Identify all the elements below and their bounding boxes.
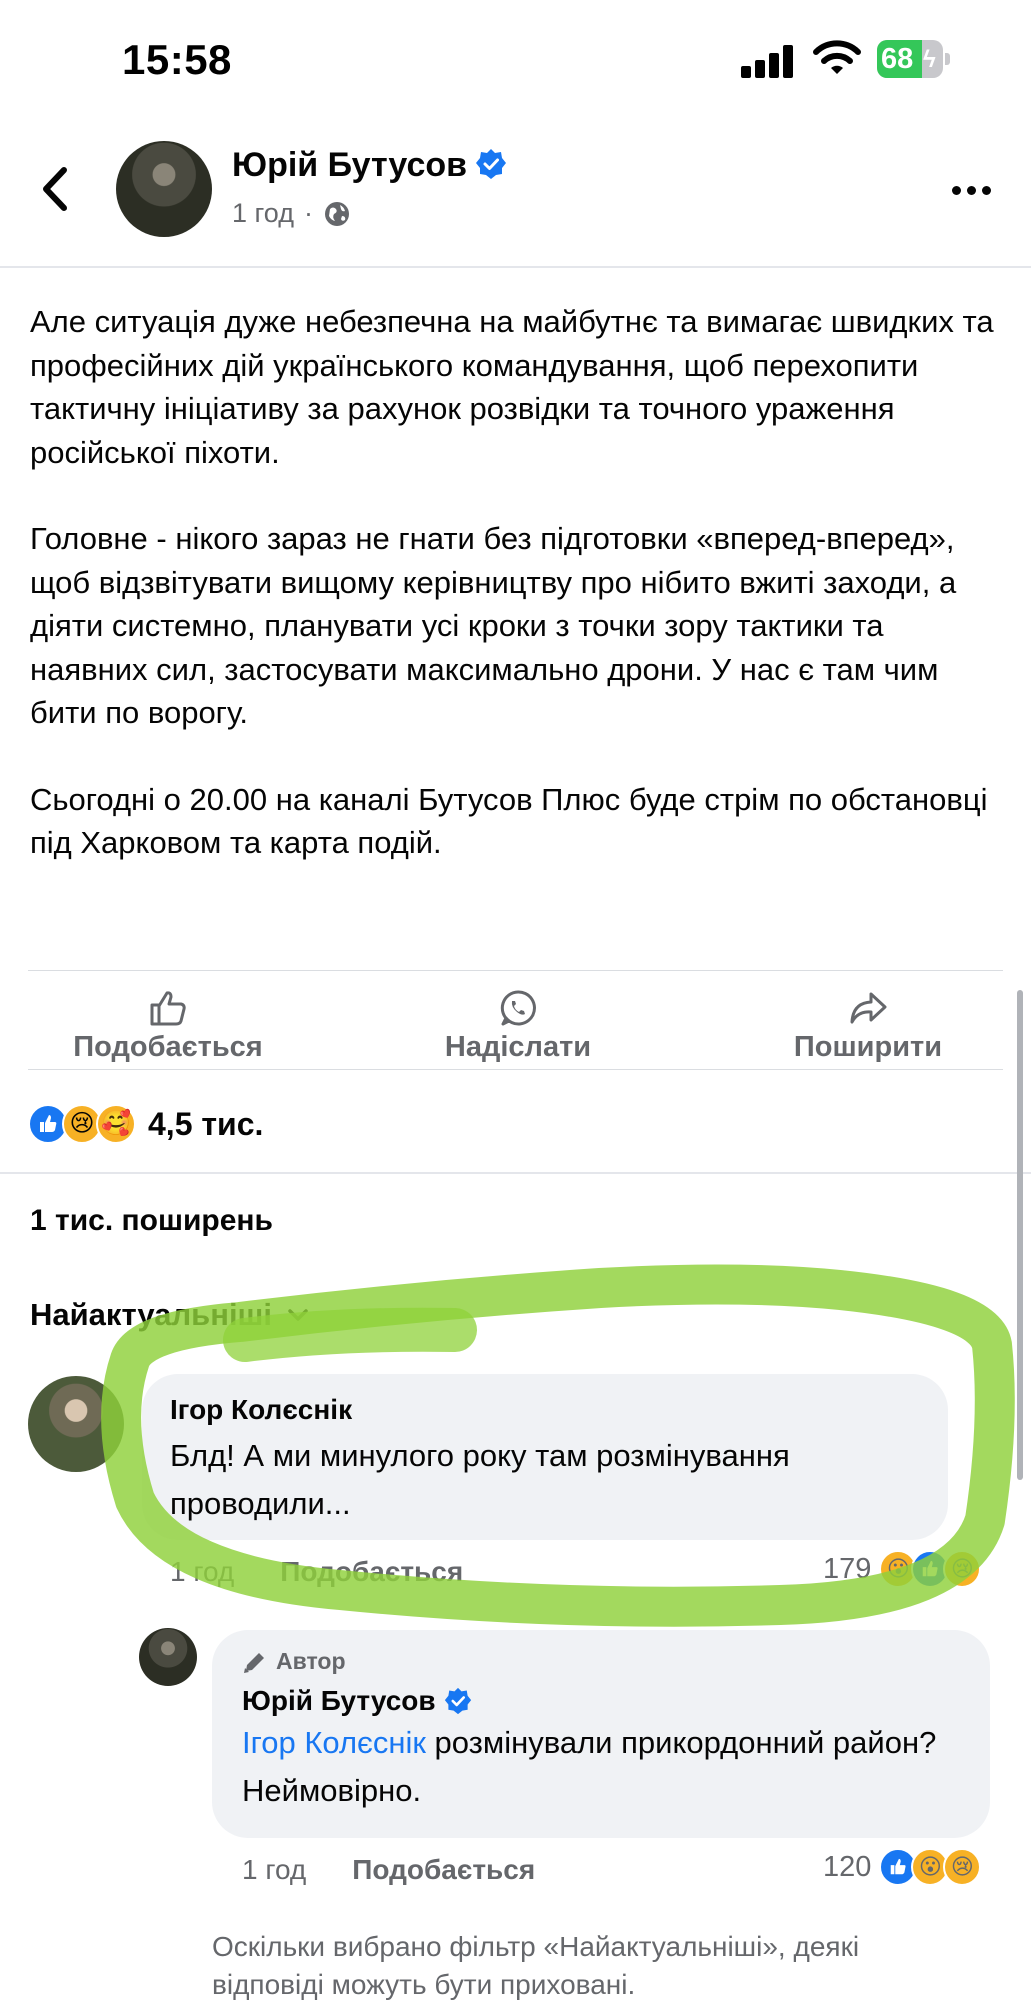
divider — [0, 1172, 1031, 1174]
comment-sort-dropdown[interactable]: Найактуальніші — [30, 1297, 310, 1333]
reply-author-name-text: Юрій Бутусов — [242, 1685, 436, 1716]
reply-time[interactable]: 1 год — [242, 1854, 306, 1885]
comment-time[interactable]: 1 год — [170, 1556, 234, 1587]
sort-label: Найактуальніші — [30, 1297, 273, 1332]
comment-reactions[interactable]: 179 😮 😢 — [823, 1550, 982, 1588]
wifi-icon — [813, 40, 861, 74]
verified-badge-icon — [476, 149, 507, 179]
commenter-name[interactable]: Ігор Колєснік — [170, 1394, 920, 1426]
sad-reaction-icon: 😢 — [943, 1848, 982, 1886]
author-name[interactable]: Юрій Бутусов — [232, 146, 507, 185]
author-name-text: Юрій Бутусов — [232, 146, 468, 184]
author-avatar[interactable] — [116, 141, 212, 237]
cellular-signal-icon — [741, 44, 795, 78]
share-label: Поширити — [793, 1031, 943, 1063]
send-label: Надіслати — [444, 1031, 592, 1063]
shares-count[interactable]: 1 тис. поширень — [30, 1204, 273, 1238]
reply-text: Ігор Колєснік розмінували прикордонний р… — [242, 1719, 960, 1815]
whatsapp-icon — [500, 990, 536, 1026]
sad-reaction-icon: 😢 — [943, 1550, 982, 1588]
meta-separator: · — [303, 198, 313, 228]
send-button[interactable]: Надіслати — [418, 989, 618, 1064]
post-meta: 1 год · — [232, 198, 351, 229]
post-text: Але ситуація дуже небезпечна на майбутнє… — [30, 300, 1005, 908]
reactions-count: 4,5 тис. — [148, 1105, 264, 1142]
globe-icon — [324, 201, 349, 226]
verified-badge-icon — [444, 1687, 471, 1715]
status-time: 15:58 — [122, 36, 232, 83]
post-paragraph: Сьогодні о 20.00 на каналі Бутусов Плюс … — [30, 781, 988, 861]
back-chevron-icon[interactable] — [36, 164, 76, 214]
reply-reaction-count: 120 — [823, 1850, 872, 1883]
chevron-down-icon — [288, 1309, 308, 1321]
comment-bubble: Ігор Колєснік Блд! А ми минулого року та… — [142, 1374, 948, 1540]
reply-reactions[interactable]: 120 😮 😢 — [823, 1848, 982, 1886]
filter-note: Оскільки вибрано фільтр «Найактуальніші»… — [212, 1931, 860, 2000]
reply-author-name[interactable]: Юрій Бутусов — [242, 1685, 960, 1717]
post-paragraph: Але ситуація дуже небезпечна на майбутнє… — [30, 304, 994, 470]
battery-level: 68 — [881, 43, 914, 75]
battery-icon: 68 ϟ — [877, 40, 951, 78]
thumbs-up-icon — [150, 991, 186, 1026]
reply-bubble: Автор Юрій Бутусов Ігор Колєснік розміну… — [212, 1630, 990, 1838]
comment-footer: 1 год Подобається — [170, 1556, 463, 1588]
scrollbar[interactable] — [1017, 990, 1023, 1480]
post-action-bar: Подобається Надіслати Поширити — [28, 970, 1003, 1070]
care-reaction-icon: 🥰 — [96, 1104, 136, 1144]
reply-like-button[interactable]: Подобається — [352, 1854, 535, 1885]
charging-bolt-icon: ϟ — [923, 46, 936, 73]
like-label: Подобається — [73, 1031, 263, 1063]
mention-link[interactable]: Ігор Колєснік — [242, 1725, 426, 1760]
post-header: Юрій Бутусов 1 год · — [0, 120, 1031, 268]
post-time[interactable]: 1 год — [232, 198, 294, 229]
status-bar: 15:58 68 ϟ — [0, 0, 1031, 120]
comment-like-button[interactable]: Подобається — [280, 1556, 463, 1587]
share-arrow-icon — [850, 992, 887, 1024]
comment-reaction-count: 179 — [823, 1552, 872, 1585]
post-paragraph: Головне - нікого зараз не гнати без підг… — [30, 521, 957, 730]
more-options-icon[interactable] — [952, 186, 991, 195]
comment-text: Блд! А ми минулого року там розмінування… — [170, 1438, 790, 1521]
pencil-icon — [244, 1652, 264, 1673]
author-badge-label: Автор — [276, 1648, 346, 1674]
reply-author-avatar[interactable] — [139, 1628, 197, 1686]
commenter-avatar[interactable] — [28, 1376, 124, 1472]
reply-footer: 1 год Подобається — [242, 1854, 535, 1886]
like-button[interactable]: Подобається — [68, 989, 268, 1064]
reactions-summary[interactable]: 😢 🥰 4,5 тис. — [28, 1102, 263, 1146]
share-button[interactable]: Поширити — [778, 989, 958, 1064]
author-badge: Автор — [242, 1648, 960, 1675]
